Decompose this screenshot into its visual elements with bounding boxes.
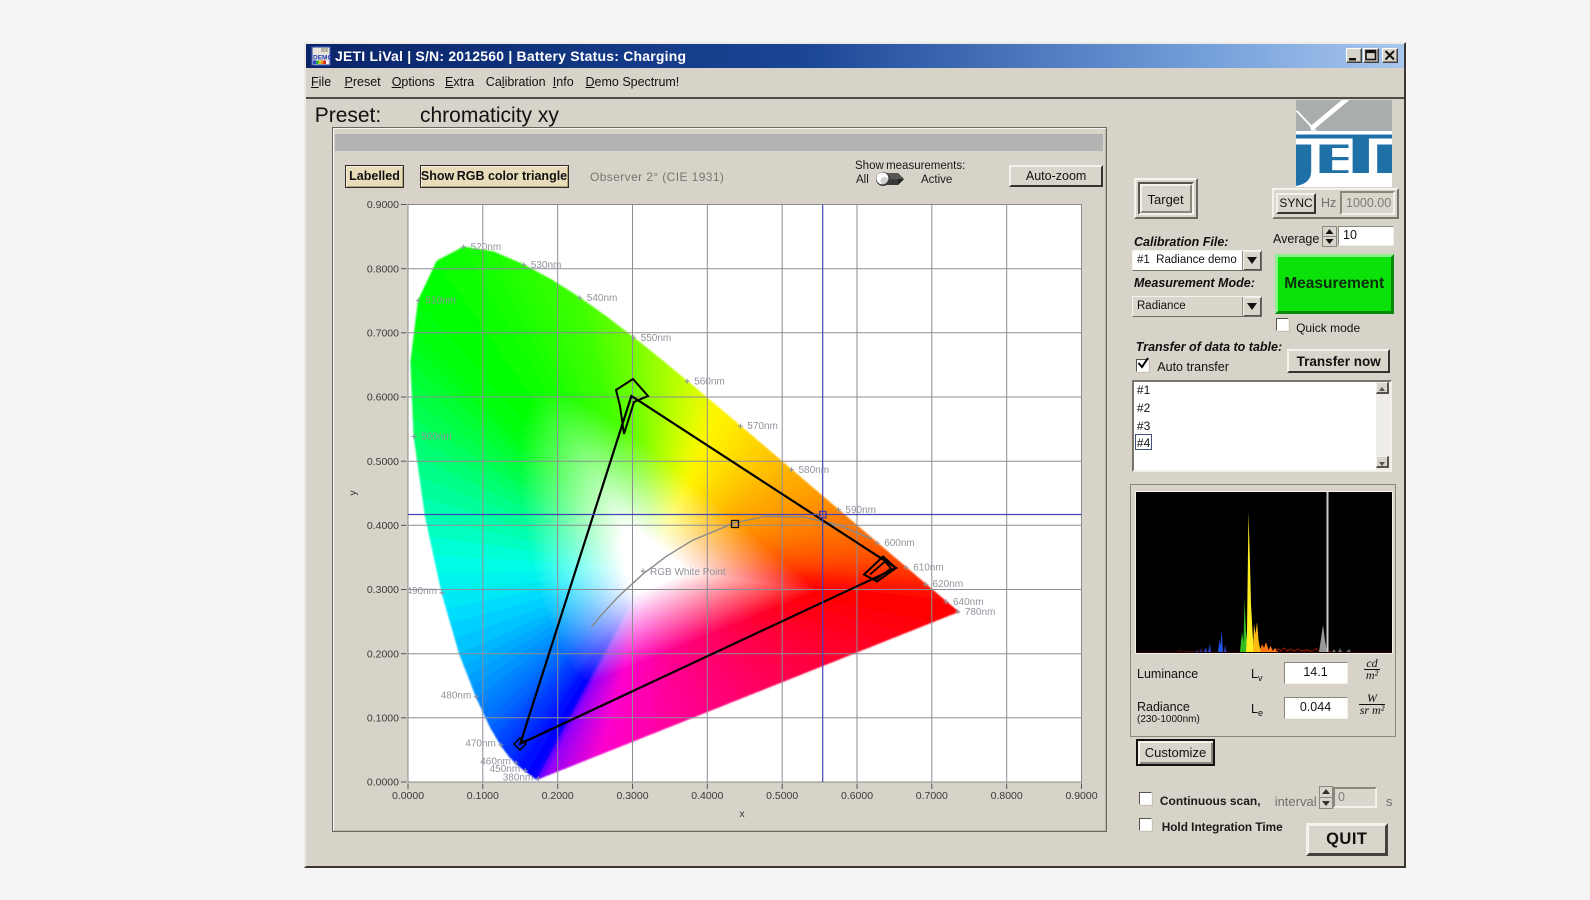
svg-text:0.9000: 0.9000 [1065, 790, 1097, 802]
svg-text:RGB White Point: RGB White Point [650, 567, 726, 578]
svg-text:380nm: 380nm [503, 772, 534, 783]
svg-text:480nm: 480nm [441, 690, 472, 701]
svg-text:600nm: 600nm [884, 538, 915, 549]
svg-text:0.4000: 0.4000 [691, 790, 723, 802]
svg-text:0.2000: 0.2000 [542, 790, 574, 802]
svg-text:470nm: 470nm [465, 738, 496, 749]
svg-text:0.9000: 0.9000 [367, 199, 399, 211]
svg-text:0.0000: 0.0000 [392, 790, 424, 802]
svg-text:0.1000: 0.1000 [467, 790, 499, 802]
svg-text:500nm: 500nm [421, 432, 452, 443]
svg-text:y: y [347, 490, 359, 496]
svg-text:570nm: 570nm [747, 421, 778, 432]
svg-text:550nm: 550nm [641, 333, 672, 344]
svg-text:x: x [739, 808, 745, 820]
svg-text:0.6000: 0.6000 [367, 392, 399, 404]
svg-text:0.3000: 0.3000 [367, 584, 399, 596]
svg-text:590nm: 590nm [845, 505, 876, 516]
svg-text:540nm: 540nm [587, 293, 618, 304]
svg-text:580nm: 580nm [799, 465, 830, 476]
svg-text:0.8000: 0.8000 [991, 790, 1023, 802]
svg-text:0.7000: 0.7000 [916, 790, 948, 802]
svg-text:0.4000: 0.4000 [367, 520, 399, 532]
svg-text:490nm: 490nm [406, 586, 437, 597]
svg-text:0.0000: 0.0000 [367, 777, 399, 789]
svg-text:0.5000: 0.5000 [766, 790, 798, 802]
svg-text:610nm: 610nm [913, 563, 944, 574]
svg-text:0.5000: 0.5000 [367, 456, 399, 468]
svg-text:DEMO: DEMO [313, 55, 331, 62]
svg-text:520nm: 520nm [471, 242, 502, 253]
svg-text:0.8000: 0.8000 [367, 263, 399, 275]
svg-text:0.1000: 0.1000 [367, 712, 399, 724]
svg-text:0.7000: 0.7000 [367, 327, 399, 339]
svg-text:780nm: 780nm [965, 607, 996, 618]
svg-text:0.6000: 0.6000 [841, 790, 873, 802]
svg-text:530nm: 530nm [531, 260, 562, 271]
svg-text:0.2000: 0.2000 [367, 648, 399, 660]
svg-text:560nm: 560nm [694, 376, 725, 387]
svg-text:510nm: 510nm [425, 296, 456, 307]
svg-text:0.3000: 0.3000 [616, 790, 648, 802]
svg-text:620nm: 620nm [933, 579, 964, 590]
